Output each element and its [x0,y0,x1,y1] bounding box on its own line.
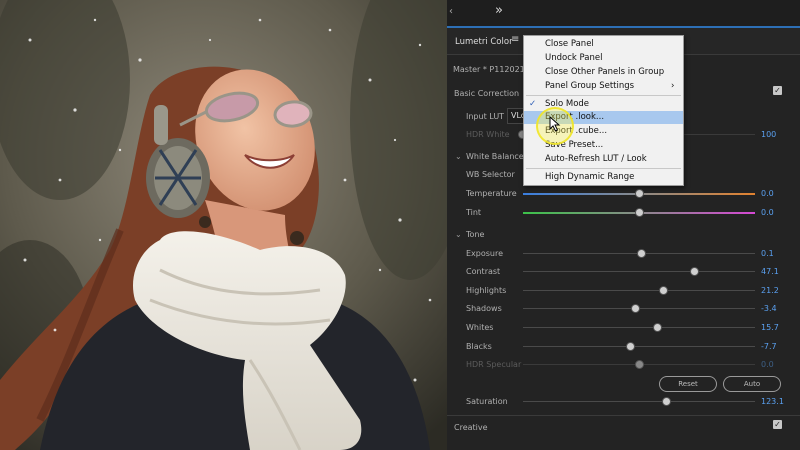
slider-label: Shadows [466,304,502,313]
slider-label: Blacks [466,342,492,351]
tone-header[interactable]: Tone [466,230,484,239]
menu-separator [526,95,681,96]
menu-item-label: High Dynamic Range [545,172,635,182]
exposure-value[interactable]: 0.1 [761,249,774,258]
input-lut-label: Input LUT [466,112,505,121]
creative-header[interactable]: Creative [454,423,488,432]
saturation-slider[interactable] [523,401,755,402]
temperature-knob[interactable] [635,189,644,198]
highlights-knob[interactable] [659,286,669,295]
section-divider [447,415,800,416]
menu-item-label: Close Panel [545,39,594,49]
slider-label: Temperature [466,189,517,198]
slider-label: Exposure [466,249,504,258]
auto-button[interactable]: Auto [723,376,781,392]
white-balance-header[interactable]: White Balance [466,152,524,161]
slider-label: HDR Specular [466,360,522,369]
saturation-knob[interactable] [661,397,671,406]
contrast-knob[interactable] [689,267,699,276]
chevron-down-icon[interactable]: ⌄ [455,230,462,239]
reset-button[interactable]: Reset [659,376,717,392]
temperature-value[interactable]: 0.0 [761,189,774,198]
blacks-value[interactable]: -7.7 [761,342,777,351]
whites-knob[interactable] [653,323,663,332]
tint-knob[interactable] [635,208,644,217]
menu-item-label: Close Other Panels in Group [545,67,665,77]
blacks-slider[interactable] [523,346,755,347]
shadows-value[interactable]: -3.4 [761,304,777,313]
menu-item-auto-refresh[interactable]: Auto-Refresh LUT / Look [524,153,683,166]
slider-label: Highlights [466,286,507,295]
wb-selector-label: WB Selector [466,170,515,179]
checkmark-icon: ✓ [529,99,537,109]
menu-item-close-panel[interactable]: Close Panel [524,38,683,51]
saturation-value[interactable]: 123.1 [761,397,784,406]
top-toolbar: ‹ » [447,0,800,28]
expand-panels-icon[interactable]: » [495,3,503,18]
menu-item-label: Auto-Refresh LUT / Look [545,154,647,164]
slider-label: Tint [466,208,482,217]
highlights-value[interactable]: 21.2 [761,286,779,295]
highlights-slider[interactable] [523,290,755,291]
basic-correction-checkbox[interactable]: ✓ [773,86,782,95]
whites-slider[interactable] [523,327,755,328]
menu-item-undock-panel[interactable]: Undock Panel [524,52,683,65]
menu-item-close-other-panels[interactable]: Close Other Panels in Group [524,66,683,79]
slider-label: Whites [466,323,494,332]
menu-separator [526,168,681,169]
slider-label: Contrast [466,267,501,276]
tint-value[interactable]: 0.0 [761,208,774,217]
hdr-specular-knob[interactable] [635,360,644,369]
chevron-down-icon[interactable]: ⌄ [455,152,462,161]
hdr-white-label: HDR White [466,130,510,139]
panel-menu-icon[interactable]: ≡ [511,34,519,45]
slider-label: Saturation [466,397,508,406]
menu-item-high-dynamic-range[interactable]: High Dynamic Range [524,171,683,184]
contrast-value[interactable]: 47.1 [761,267,779,276]
exposure-knob[interactable] [637,249,647,258]
contrast-slider[interactable] [523,271,755,272]
submenu-arrow-icon: › [671,81,675,91]
hdr-specular-value[interactable]: 0.0 [761,360,774,369]
hdr-white-value[interactable]: 100 [761,130,776,139]
basic-correction-header[interactable]: Basic Correction [454,89,519,98]
whites-value[interactable]: 15.7 [761,323,779,332]
creative-checkbox[interactable]: ✓ [773,420,782,429]
blacks-knob[interactable] [625,342,635,351]
snow-portrait-image [0,0,447,450]
tab-lumetri-color[interactable]: Lumetri Color [455,37,513,47]
mouse-cursor-icon [549,116,561,132]
menu-item-panel-group-settings[interactable]: Panel Group Settings › [524,80,683,93]
menu-item-label: Undock Panel [545,53,603,63]
menu-item-label: Panel Group Settings [545,81,635,91]
program-monitor-video-frame [0,0,447,450]
shadows-knob[interactable] [631,304,641,313]
chevron-left-icon[interactable]: ‹ [449,6,453,17]
